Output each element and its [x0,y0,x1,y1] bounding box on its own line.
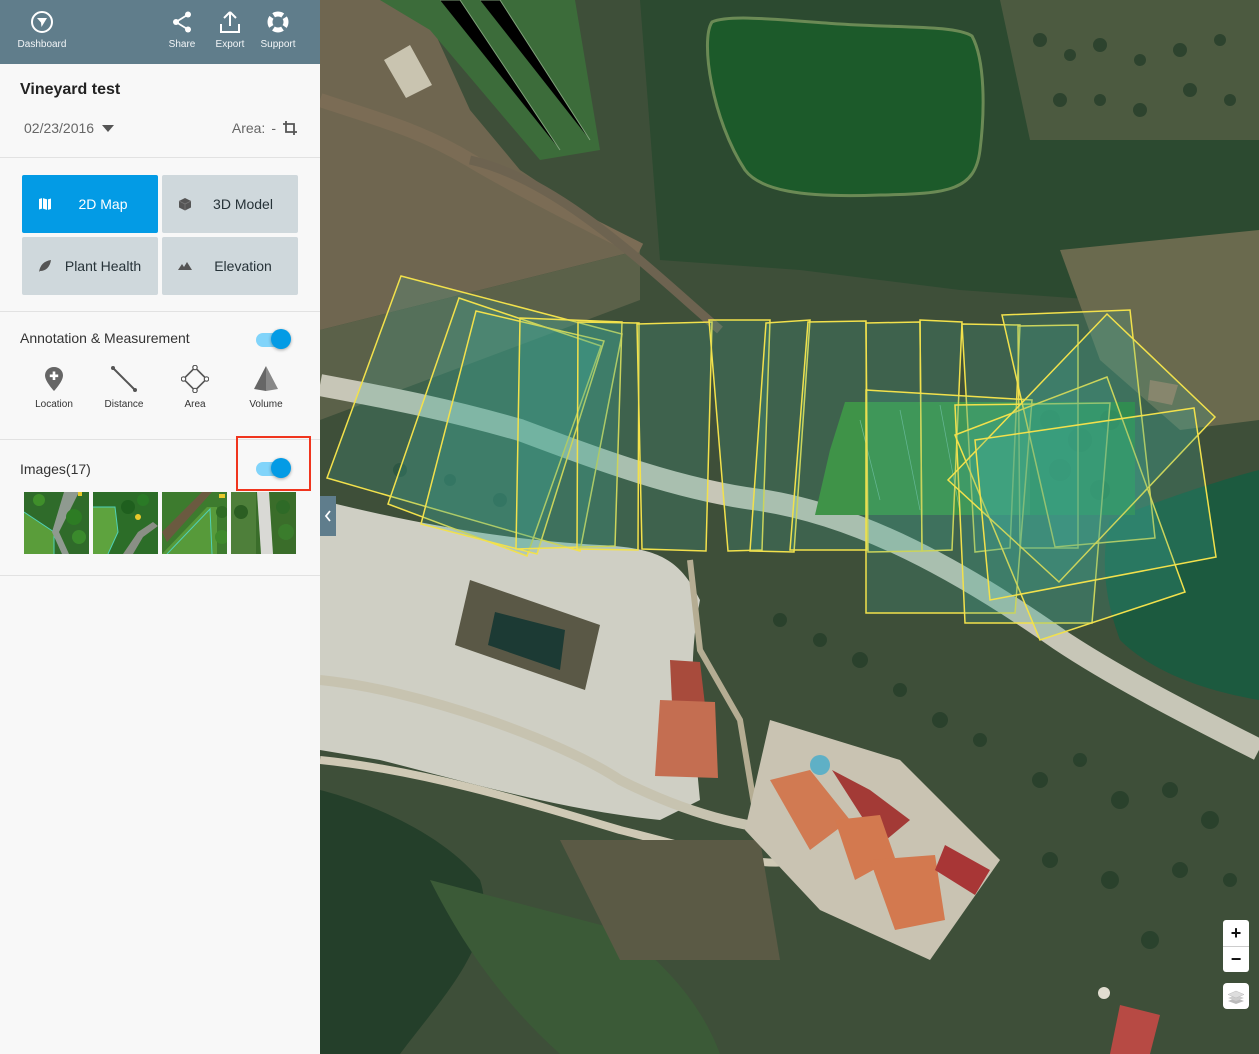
share-label: Share [168,39,196,50]
support-button[interactable]: Support [256,10,300,50]
image-thumbnails [24,492,296,554]
leaf-icon [39,260,51,272]
images-toggle[interactable] [256,457,292,479]
share-icon [173,11,191,33]
map-canvas[interactable]: + − [320,0,1259,1054]
area-polygon-icon [181,365,209,393]
area-readout: Area: - [232,120,298,136]
layers-icon [1227,990,1245,1004]
dashboard-compass-icon [31,11,53,33]
annotation-section: Annotation & Measurement Location Distan… [0,312,320,440]
image-thumbnail[interactable] [93,492,158,554]
date-value: 02/23/2016 [24,120,95,136]
top-toolbar: Dashboard Share Export Support [0,0,320,64]
distance-line-icon [111,366,137,392]
tool-label: Distance [104,399,144,410]
satellite-basemap [320,0,1259,1054]
view-plant-health-button[interactable]: Plant Health [22,237,158,295]
image-thumbnail[interactable] [162,492,227,554]
images-section: Images(17) [0,436,320,576]
collapse-sidebar-button[interactable] [320,496,336,536]
area-value: - [271,120,276,136]
tool-volume[interactable]: Volume [234,365,298,410]
image-footprint[interactable] [576,321,640,551]
export-icon [220,11,240,33]
tool-label: Area [184,399,206,410]
zoom-control: + − [1223,920,1249,972]
date-dropdown[interactable]: 02/23/2016 [24,120,115,136]
map-icon [39,198,51,210]
lifebuoy-icon [267,11,289,33]
dashboard-button[interactable]: Dashboard [14,10,70,50]
area-label: Area: [231,120,266,136]
dashboard-label: Dashboard [17,39,67,50]
cube-icon [178,198,192,211]
view-2d-map-button[interactable]: 2D Map [22,175,158,233]
export-button[interactable]: Export [210,10,250,50]
view-mode-selector: 2D Map 3D Model Plant Health Elevation [0,158,320,312]
export-label: Export [215,39,245,50]
tool-location[interactable]: Location [22,365,86,410]
tool-label: Location [35,399,73,410]
share-button[interactable]: Share [162,10,202,50]
support-label: Support [260,39,296,50]
project-header: Vineyard test 02/23/2016 Area: - [0,64,320,158]
view-3d-model-button[interactable]: 3D Model [162,175,298,233]
sidebar: Dashboard Share Export Support Vineyard [0,0,320,1054]
tool-distance[interactable]: Distance [92,365,156,410]
zoom-out-button[interactable]: − [1223,946,1249,972]
project-title: Vineyard test [20,81,121,98]
location-pin-icon [45,367,63,391]
tool-area[interactable]: Area [163,365,227,410]
volume-pyramid-icon [254,366,278,391]
chevron-left-icon [324,510,331,522]
mountain-icon [178,262,192,270]
annotation-toggle[interactable] [256,328,292,350]
toggle-knob [271,458,291,478]
image-thumbnail[interactable] [231,492,296,554]
image-thumbnail[interactable] [24,492,89,554]
layers-button[interactable] [1223,983,1249,1009]
crop-icon[interactable] [282,120,298,136]
images-title: Images(17) [20,461,91,477]
annotation-title: Annotation & Measurement [20,330,190,346]
tool-label: Volume [249,399,283,410]
image-footprint[interactable] [636,321,713,552]
view-elevation-button[interactable]: Elevation [162,237,298,295]
caret-down-icon [102,124,115,132]
zoom-in-button[interactable]: + [1223,920,1249,946]
toggle-knob [271,329,291,349]
